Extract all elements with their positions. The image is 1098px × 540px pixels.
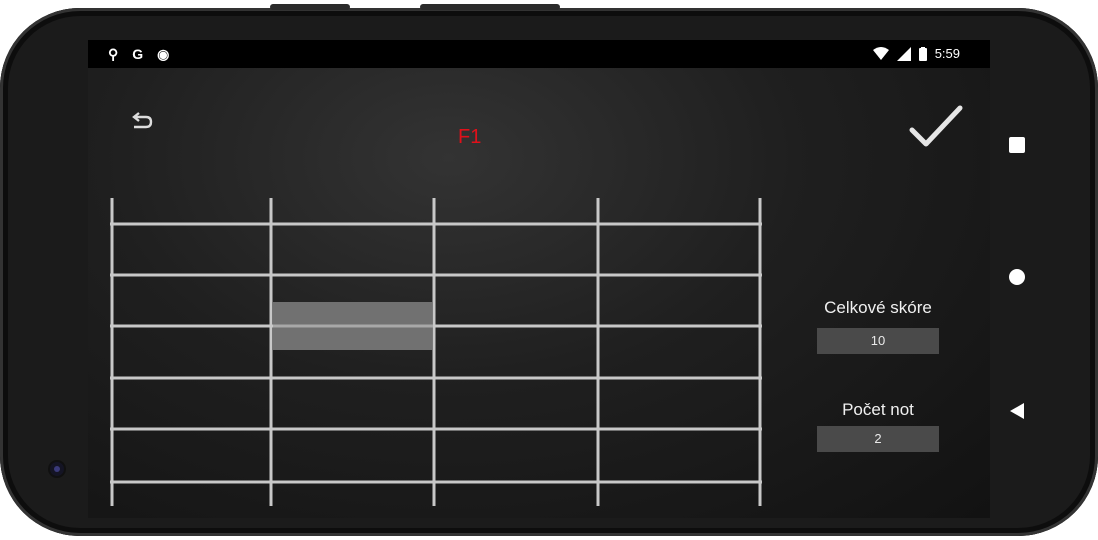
volume-button [420, 4, 560, 10]
note-grid[interactable] [110, 198, 770, 508]
home-circle-icon [1009, 269, 1025, 285]
notes-count-value: 2 [817, 426, 939, 452]
total-score-label: Celkové skóre [824, 298, 932, 317]
signal-icon [896, 46, 911, 61]
confirm-button[interactable] [908, 104, 964, 150]
undo-button[interactable] [126, 108, 156, 138]
system-nav-bar [996, 40, 1046, 518]
front-camera [50, 462, 64, 476]
checkmark-icon [909, 105, 963, 147]
screen: ⚲ G ◉ 5:59 F1 Celkové skóre 10 Počet not… [88, 40, 990, 518]
recents-square-icon [1009, 137, 1025, 153]
undo-icon [132, 112, 153, 129]
app-content: F1 Celkové skóre 10 Počet not 2 [88, 68, 990, 518]
location-icon: ⚲ [108, 46, 119, 62]
clock: 5:59 [934, 46, 960, 61]
recents-button[interactable] [1008, 136, 1026, 159]
back-triangle-icon [1010, 403, 1024, 419]
home-button[interactable] [1008, 268, 1026, 291]
power-button [270, 4, 350, 10]
wifi-icon [872, 46, 889, 60]
google-icon: G [132, 46, 144, 62]
back-nav-button[interactable] [1008, 402, 1026, 425]
score-panel: Celkové skóre 10 Počet not 2 [808, 298, 948, 452]
battery-icon [918, 46, 927, 61]
total-score-value: 10 [817, 328, 939, 354]
status-bar: ⚲ G ◉ 5:59 [88, 40, 990, 68]
page-title: F1 [458, 126, 482, 148]
notes-count-label: Počet not [842, 400, 914, 419]
record-icon: ◉ [157, 46, 170, 62]
grid-lines [110, 198, 762, 506]
